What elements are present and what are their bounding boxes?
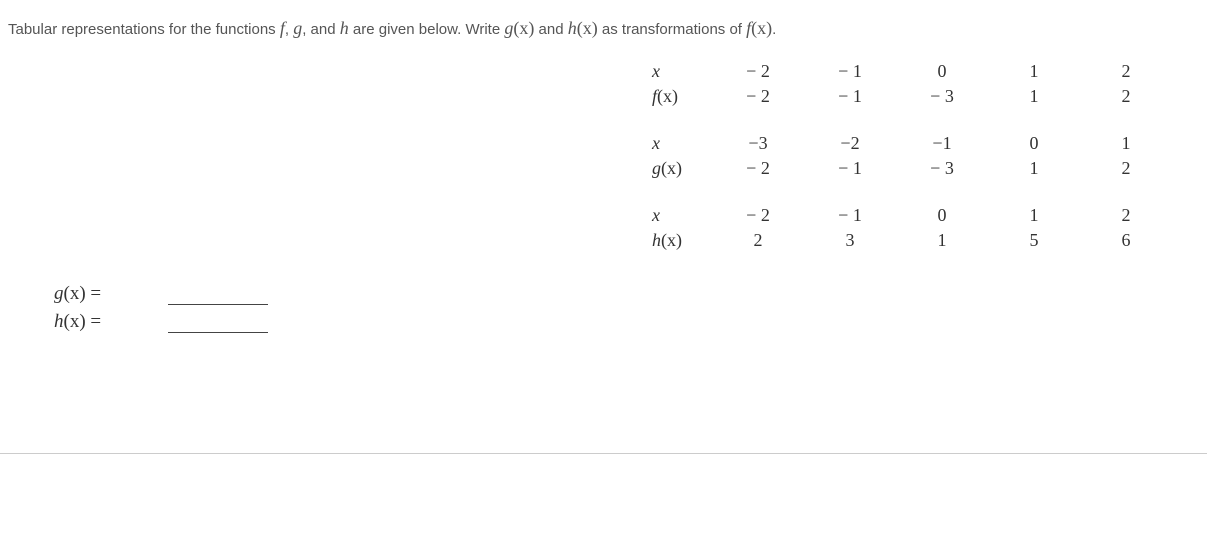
cell: − 3 [896,156,988,181]
cell: 1 [988,59,1080,84]
table-f: x − 2 − 1 0 1 2 f(x) − 2 − 1 − 3 1 2 [640,59,1172,109]
cell: − 1 [804,203,896,228]
cell: 2 [1080,156,1172,181]
cell: 0 [988,131,1080,156]
prompt-text: . [772,21,776,38]
cell: 6 [1080,228,1172,253]
cell: −2 [804,131,896,156]
cell: 0 [896,59,988,84]
row-header-x: x [640,203,712,228]
cell: 1 [1080,131,1172,156]
answer-h-input[interactable] [168,315,268,333]
table-h: x − 2 − 1 0 1 2 h(x) 2 3 1 5 6 [640,203,1172,253]
cell: 2 [1080,59,1172,84]
row-header-x: x [640,59,712,84]
answer-g-label: g(x) = [54,283,126,305]
cell: 2 [712,228,804,253]
cell: −3 [712,131,804,156]
row-header-x: x [640,131,712,156]
prompt-text: , [285,21,293,38]
answer-g-input[interactable] [168,287,268,305]
bottom-divider [0,453,1207,454]
cell: 3 [804,228,896,253]
cell: − 1 [804,59,896,84]
cell: − 2 [712,203,804,228]
table-g: x −3 −2 −1 0 1 g(x) − 2 − 1 − 3 1 2 [640,131,1172,181]
var-g: g [293,18,302,38]
cell: − 2 [712,59,804,84]
gx-paren: (x) [513,18,534,38]
cell: − 2 [712,156,804,181]
cell: 2 [1080,84,1172,109]
cell: − 2 [712,84,804,109]
prompt-text: are given below. Write [349,21,505,38]
prompt-text: and [534,21,567,38]
cell: 1 [896,228,988,253]
cell: 0 [896,203,988,228]
var-h: h [340,18,349,38]
row-header-gx: g(x) [640,156,712,181]
cell: 1 [988,156,1080,181]
answer-h: h(x) = [54,311,1207,333]
prompt-text: as transformations of [598,21,746,38]
row-header-fx: f(x) [640,84,712,109]
fx-paren: (x) [751,18,772,38]
cell: 1 [988,203,1080,228]
answers-area: g(x) = h(x) = [54,283,1207,333]
prompt-text: , and [302,21,340,38]
prompt-text: Tabular representations for the function… [8,21,280,38]
cell: 2 [1080,203,1172,228]
cell: 1 [988,84,1080,109]
tables-area: x − 2 − 1 0 1 2 f(x) − 2 − 1 − 3 1 2 x −… [640,59,1187,253]
cell: − 1 [804,156,896,181]
answer-g: g(x) = [54,283,1207,305]
question-prompt: Tabular representations for the function… [0,18,1207,59]
cell: −1 [896,131,988,156]
answer-h-label: h(x) = [54,311,126,333]
row-header-hx: h(x) [640,228,712,253]
cell: 5 [988,228,1080,253]
gx: g [504,18,513,38]
hx-paren: (x) [577,18,598,38]
hx: h [568,18,577,38]
cell: − 3 [896,84,988,109]
cell: − 1 [804,84,896,109]
